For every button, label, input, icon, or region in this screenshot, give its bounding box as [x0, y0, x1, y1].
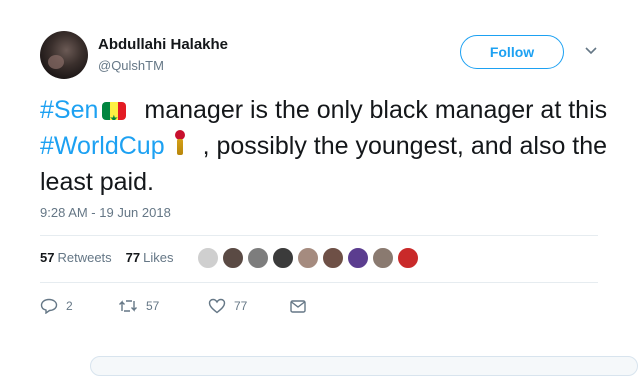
retweets-stat[interactable]: 57 Retweets: [40, 250, 112, 265]
liker-avatar[interactable]: [197, 247, 219, 269]
reply-button[interactable]: 2: [40, 298, 118, 314]
like-button[interactable]: 77: [208, 298, 290, 314]
tweet-segment-1: manager is the only black manager at thi…: [144, 96, 608, 124]
retweet-button[interactable]: 57: [118, 299, 208, 313]
liker-avatar[interactable]: [372, 247, 394, 269]
likes-stat[interactable]: 77 Likes: [126, 250, 174, 265]
retweet-count: 57: [146, 299, 160, 313]
liker-avatar[interactable]: [297, 247, 319, 269]
tweet-timestamp[interactable]: 9:28 AM - 19 Jun 2018: [40, 205, 171, 220]
author-name[interactable]: Abdullahi Halakhe: [98, 36, 228, 53]
divider: [40, 235, 598, 236]
envelope-icon: [290, 299, 306, 313]
hashtag-sen[interactable]: #Sen: [40, 96, 98, 124]
liker-avatar[interactable]: [347, 247, 369, 269]
chevron-down-icon[interactable]: [584, 44, 598, 58]
like-count: 77: [234, 299, 248, 313]
author-avatar[interactable]: [40, 31, 88, 79]
author-handle[interactable]: @QulshTM: [98, 58, 164, 73]
tweet-text: #Sen manager is the only black manager at…: [40, 92, 620, 200]
senegal-flag-icon: [102, 102, 127, 120]
tweet-actions: 2 57 77: [40, 298, 306, 314]
reply-input[interactable]: [90, 356, 638, 376]
engagement-stats: 57 Retweets 77 Likes: [40, 250, 174, 265]
reply-icon: [40, 298, 58, 314]
retweet-icon: [119, 300, 137, 312]
worldcup-trophy-icon: [173, 130, 187, 158]
divider: [40, 282, 598, 283]
liker-avatar[interactable]: [322, 247, 344, 269]
liker-avatars: [197, 247, 419, 269]
direct-message-button[interactable]: [290, 299, 306, 313]
liker-avatar[interactable]: [247, 247, 269, 269]
follow-button[interactable]: Follow: [460, 35, 564, 69]
liker-avatar[interactable]: [397, 247, 419, 269]
liker-avatar[interactable]: [272, 247, 294, 269]
hashtag-worldcup[interactable]: #WorldCup: [40, 132, 165, 160]
liker-avatar[interactable]: [222, 247, 244, 269]
reply-count: 2: [66, 299, 73, 313]
heart-icon: [208, 298, 226, 314]
